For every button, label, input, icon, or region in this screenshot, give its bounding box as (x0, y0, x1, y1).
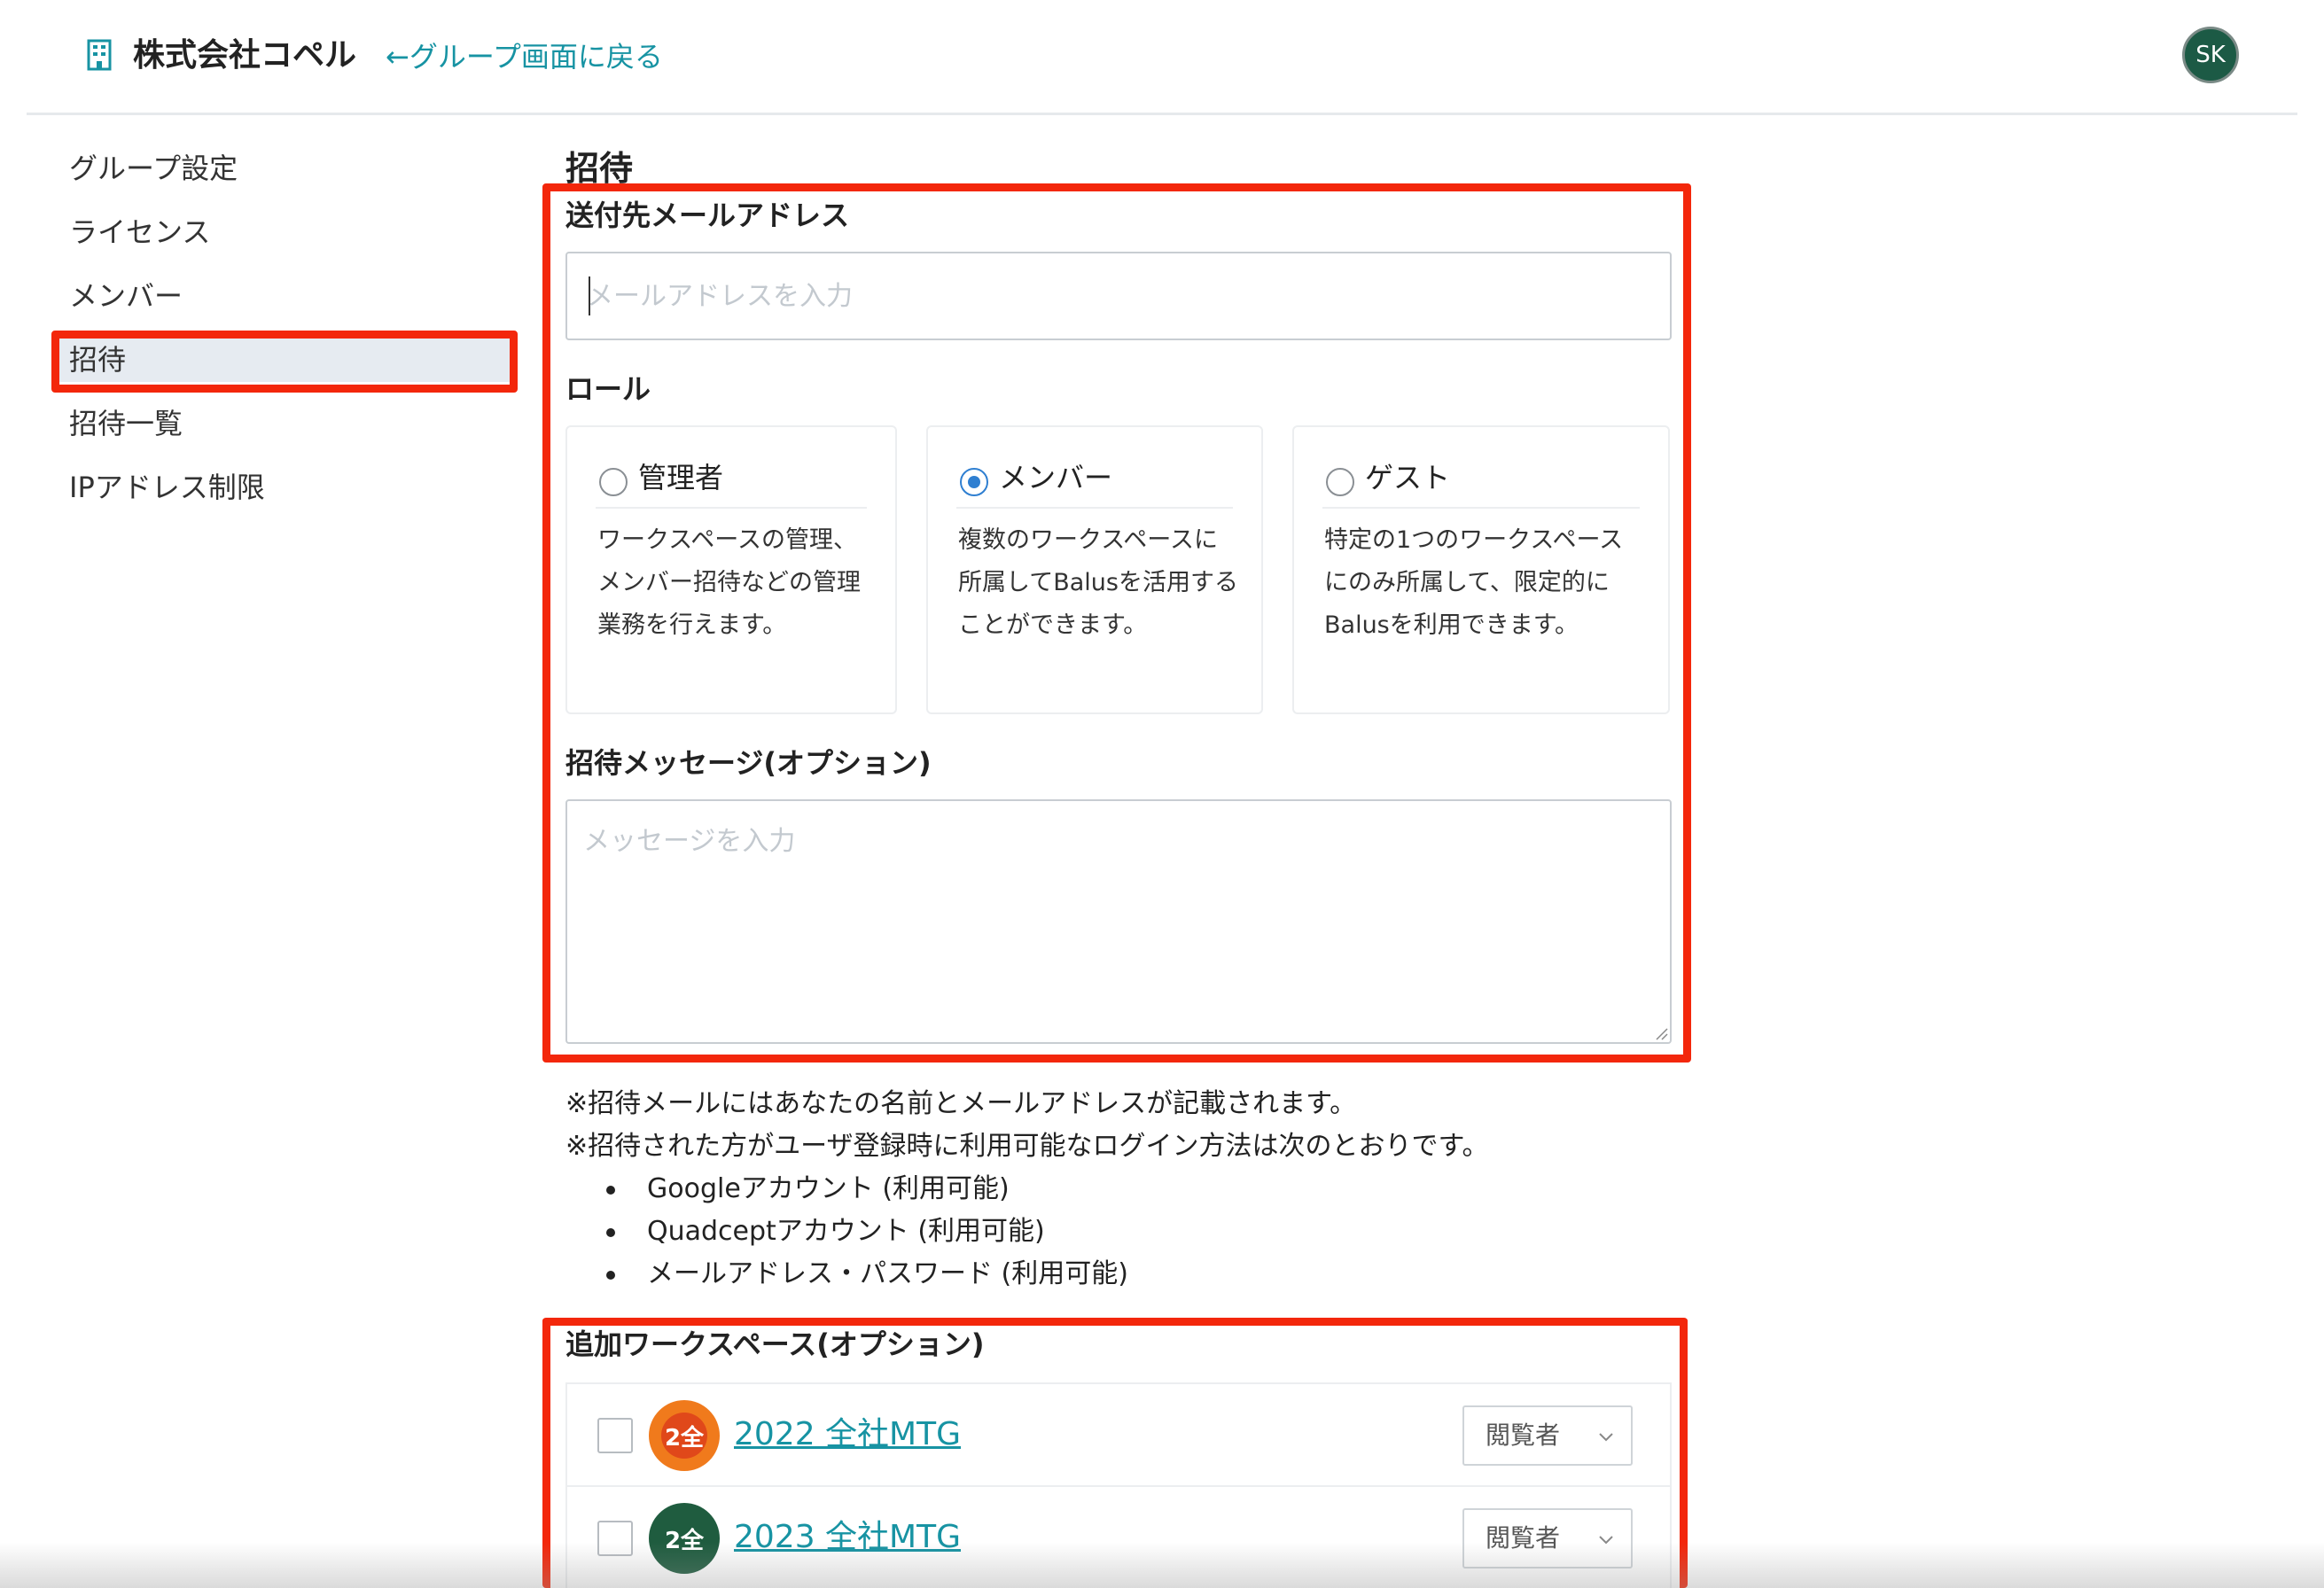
divider (596, 507, 867, 509)
role-name: メンバー (999, 461, 1113, 494)
workspace-link[interactable]: 2022 全社MTG (734, 1411, 961, 1459)
list-item: Quadceptアカウント (利用可能) (606, 1210, 1489, 1253)
role-radio-member[interactable] (960, 468, 988, 496)
workspace-label: 追加ワークスペース(オプション) (565, 1327, 985, 1361)
workspace-checkbox[interactable] (597, 1521, 633, 1556)
avatar[interactable]: SK (2182, 27, 2239, 83)
list-item: Googleアカウント (利用可能) (606, 1168, 1489, 1210)
workspace-role-select[interactable]: 閲覧者 (1462, 1405, 1633, 1466)
role-description: ワークスペースの管理、メンバー招待などの管理業務を行えます。 (597, 526, 861, 639)
message-label: 招待メッセージ(オプション) (565, 746, 932, 780)
role-card-admin[interactable]: 管理者 ワークスペースの管理、メンバー招待などの管理業務を行えます。 (565, 425, 897, 714)
role-card-member[interactable]: メンバー 複数のワークスペースに所属してBalusを活用することができます。 (926, 425, 1263, 714)
sidebar-item-group-settings[interactable]: グループ設定 (69, 149, 238, 188)
sidebar-item-invite[interactable]: 招待 (69, 340, 126, 379)
email-input[interactable] (565, 252, 1672, 340)
role-radio-guest[interactable] (1326, 468, 1354, 496)
chevron-down-icon (1599, 1536, 1613, 1545)
role-description: 特定の1つのワークスペースにのみ所属して、限定的にBalusを利用できます。 (1324, 526, 1624, 639)
message-textarea[interactable] (565, 799, 1672, 1044)
workspace-badge: 2全 (649, 1503, 720, 1574)
table-row: 2全 2022 全社MTG 閲覧者 (567, 1384, 1670, 1487)
workspace-list: 2全 2022 全社MTG 閲覧者 2全 2023 全社MTG 閲覧者 (565, 1382, 1672, 1588)
app-header: 株式会社コペル ←グループ画面に戻る SK (27, 0, 2297, 115)
workspace-link[interactable]: 2023 全社MTG (734, 1514, 961, 1561)
role-radio-admin[interactable] (599, 468, 628, 496)
role-name: 管理者 (638, 461, 724, 494)
back-to-group-link[interactable]: ←グループ画面に戻る (386, 34, 663, 80)
workspace-role-value: 閲覧者 (1486, 1421, 1561, 1450)
role-label: ロール (565, 372, 651, 406)
text-caret (589, 276, 590, 315)
workspace-checkbox[interactable] (597, 1418, 633, 1453)
login-method-list: Googleアカウント (利用可能) Quadceptアカウント (利用可能) … (606, 1168, 1489, 1296)
sidebar-item-invite-list[interactable]: 招待一覧 (69, 404, 183, 443)
page-title: 招待 (565, 149, 634, 188)
workspace-role-select[interactable]: 閲覧者 (1462, 1508, 1633, 1569)
list-item: メールアドレス・パスワード (利用可能) (606, 1253, 1489, 1296)
sidebar-item-license[interactable]: ライセンス (69, 213, 210, 252)
chevron-down-icon (1599, 1433, 1613, 1442)
note-line-1: ※招待メールにはあなたの名前とメールアドレスが記載されます。 (565, 1088, 1357, 1119)
login-notes: ※招待メールにはあなたの名前とメールアドレスが記載されます。 ※招待された方がユ… (565, 1083, 1489, 1296)
role-card-guest[interactable]: ゲスト 特定の1つのワークスペースにのみ所属して、限定的にBalusを利用できま… (1292, 425, 1670, 714)
org-name: 株式会社コペル (133, 37, 357, 74)
sidebar-item-ip-restriction[interactable]: IPアドレス制限 (69, 468, 265, 507)
sidebar-item-members[interactable]: メンバー (69, 276, 183, 315)
resize-grip-icon[interactable] (1654, 1026, 1668, 1040)
table-row: 2全 2023 全社MTG 閲覧者 (567, 1487, 1670, 1588)
role-description: 複数のワークスペースに所属してBalusを活用することができます。 (958, 526, 1238, 639)
email-label: 送付先メールアドレス (565, 198, 850, 232)
workspace-role-value: 閲覧者 (1486, 1523, 1561, 1553)
building-icon (87, 39, 112, 71)
divider (956, 507, 1233, 509)
note-line-2: ※招待された方がユーザ登録時に利用可能なログイン方法は次のとおりです。 (565, 1131, 1489, 1162)
divider (1322, 507, 1640, 509)
workspace-badge: 2全 (649, 1400, 720, 1471)
role-name: ゲスト (1365, 461, 1451, 494)
